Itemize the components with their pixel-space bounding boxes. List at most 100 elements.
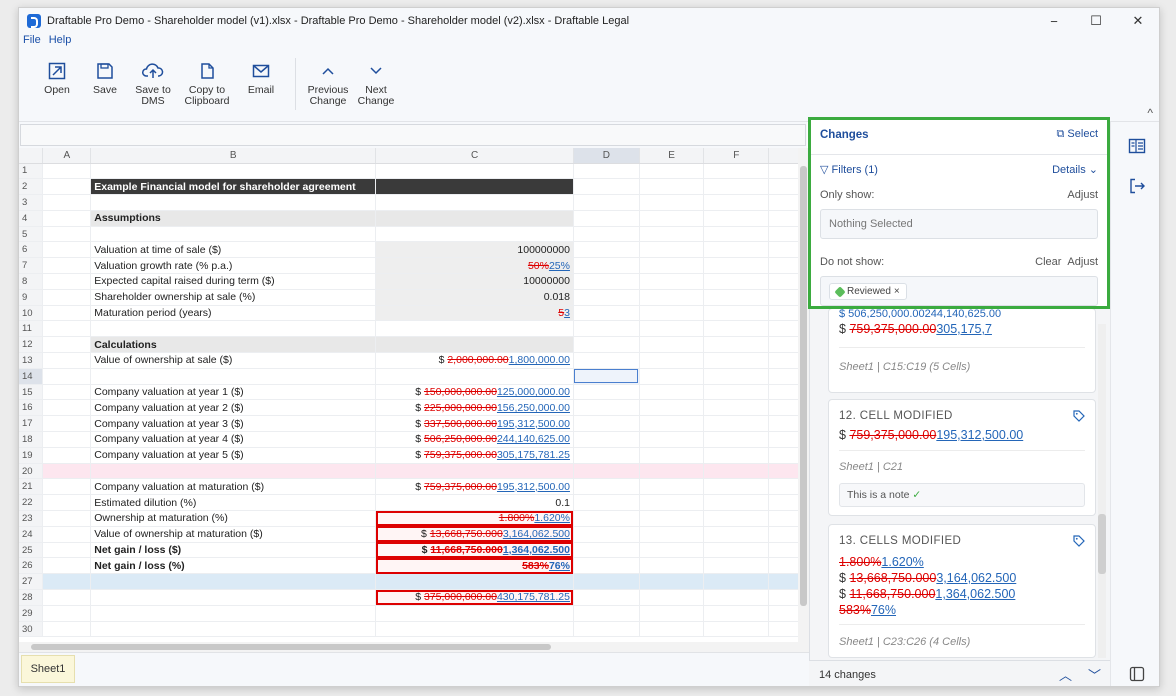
corner-cell[interactable] — [19, 148, 44, 164]
row-number[interactable]: 14 — [19, 368, 44, 385]
row-number[interactable]: 19 — [19, 447, 44, 464]
row-number[interactable]: 11 — [19, 320, 44, 338]
row-number[interactable]: 1 — [19, 163, 44, 180]
chevron-down-icon[interactable]: ﹀ — [1088, 665, 1101, 684]
row-number[interactable]: 6 — [19, 241, 44, 259]
cell-b15[interactable]: Company valuation at year 1 ($) — [90, 384, 377, 401]
row-number[interactable]: 7 — [19, 257, 44, 275]
row-number[interactable]: 20 — [19, 463, 44, 480]
row-number[interactable]: 17 — [19, 415, 44, 433]
row-number[interactable]: 12 — [19, 336, 44, 354]
row-number[interactable]: 27 — [19, 573, 44, 591]
row-number[interactable]: 30 — [19, 621, 44, 638]
cell-b10[interactable]: Maturation period (years) — [90, 305, 377, 322]
cell-c7[interactable]: 50%25% — [375, 257, 574, 275]
row-number[interactable]: 8 — [19, 273, 44, 290]
column-header-c[interactable]: C — [375, 148, 574, 164]
reviewed-chip[interactable]: Reviewed × — [829, 283, 907, 300]
row-number[interactable]: 18 — [19, 431, 44, 448]
row-number[interactable]: 10 — [19, 305, 44, 322]
do-not-show-field[interactable]: Reviewed × — [820, 276, 1098, 306]
row-number[interactable]: 24 — [19, 526, 44, 543]
change-card-11[interactable]: $ 506,250,000.00244,140,625.00 $ 759,375… — [828, 308, 1096, 393]
formula-input[interactable] — [20, 124, 806, 146]
adjust-do-not-show-button[interactable]: Adjust — [1067, 256, 1098, 268]
cell-b26[interactable]: Net gain / loss (%) — [90, 557, 377, 575]
changes-panel-icon[interactable] — [1127, 136, 1147, 156]
clear-button[interactable]: Clear — [1035, 256, 1061, 268]
column-header-d[interactable]: D — [573, 148, 640, 164]
row-number[interactable]: 15 — [19, 384, 44, 401]
cell-b18[interactable]: Company valuation at year 4 ($) — [90, 431, 377, 448]
exit-icon[interactable] — [1127, 176, 1147, 196]
cell-c18[interactable]: $ 506,250,000.00244,140,625.00 — [375, 431, 574, 448]
cell-b4[interactable]: Assumptions — [90, 210, 377, 227]
column-header-b[interactable]: B — [90, 148, 377, 164]
cell-c23[interactable]: 1.800%1.620% — [375, 510, 574, 527]
copy-to-clipboard-button[interactable]: Copy to Clipboard — [179, 50, 235, 107]
cell-c9[interactable]: 0.018 — [375, 289, 574, 306]
scrollbar-thumb[interactable] — [1098, 514, 1106, 574]
row-number[interactable]: 28 — [19, 589, 44, 606]
change-card-13[interactable]: 13. CELLS MODIFIED 1.800%1.620% $ 13,668… — [828, 524, 1096, 658]
cell-b17[interactable]: Company valuation at year 3 ($) — [90, 415, 377, 433]
cell-c24[interactable]: $ 13,668,750.0003,164,062.500 — [375, 526, 574, 543]
remove-chip-icon[interactable]: × — [894, 286, 900, 297]
row-number[interactable]: 22 — [19, 494, 44, 512]
change-card-12[interactable]: 12. CELL MODIFIED $ 759,375,000.00195,31… — [828, 399, 1096, 516]
adjust-only-show-button[interactable]: Adjust — [1067, 189, 1098, 201]
cell-b8[interactable]: Expected capital raised during term ($) — [90, 273, 377, 290]
row-number[interactable]: 9 — [19, 289, 44, 306]
panel-scrollbar[interactable] — [1098, 324, 1106, 658]
menu-file[interactable]: File — [23, 34, 41, 50]
row-number[interactable]: 26 — [19, 557, 44, 575]
open-button[interactable]: Open — [35, 50, 79, 96]
collapse-ribbon-button[interactable]: ^ — [1147, 106, 1153, 120]
cell-b13[interactable]: Value of ownership at sale ($) — [90, 352, 377, 369]
cell-b6[interactable]: Valuation at time of sale ($) — [90, 241, 377, 259]
row-number[interactable]: 16 — [19, 399, 44, 417]
row-number[interactable]: 23 — [19, 510, 44, 527]
cell-b19[interactable]: Company valuation at year 5 ($) — [90, 447, 377, 464]
column-header-e[interactable]: E — [639, 148, 705, 164]
cell-c15[interactable]: $ 150,000,000.00125,000,000.00 — [375, 384, 574, 401]
row-number[interactable]: 21 — [19, 478, 44, 496]
cell-b23[interactable]: Ownership at maturation (%) — [90, 510, 377, 527]
cell-b7[interactable]: Valuation growth rate (% p.a.) — [90, 257, 377, 275]
spreadsheet-grid[interactable]: A B C D E F 1 2 Example Financial model f… — [19, 148, 809, 649]
row-number[interactable]: 2 — [19, 178, 44, 196]
menu-help[interactable]: Help — [49, 34, 72, 50]
cell-c22[interactable]: 0.1 — [375, 494, 574, 512]
next-change-button[interactable]: Next Change — [354, 50, 398, 107]
row-number[interactable]: 3 — [19, 194, 44, 211]
cell-b22[interactable]: Estimated dilution (%) — [90, 494, 377, 512]
select-button[interactable]: ⧉ Select — [1057, 128, 1099, 141]
row-number[interactable]: 25 — [19, 542, 44, 559]
cell-c26[interactable]: 583%76% — [375, 557, 574, 575]
minimize-button[interactable]: − — [1033, 8, 1075, 34]
cell-c28[interactable]: $ 375,000,000.00430,175,781.25 — [375, 589, 574, 606]
row-number[interactable]: 5 — [19, 226, 44, 243]
row-number[interactable]: 29 — [19, 605, 44, 622]
cell-b2[interactable]: Example Financial model for shareholder … — [90, 178, 377, 196]
cell-b24[interactable]: Value of ownership at maturation ($) — [90, 526, 377, 543]
maximize-button[interactable]: ☐ — [1075, 8, 1117, 34]
save-to-dms-button[interactable]: Save to DMS — [131, 50, 175, 107]
horizontal-scrollbar[interactable] — [19, 642, 809, 652]
cell-c21[interactable]: $ 759,375,000.00195,312,500.00 — [375, 478, 574, 496]
cell-b12[interactable]: Calculations — [90, 336, 377, 354]
filters-toggle[interactable]: ▽ Filters (1) — [820, 163, 878, 176]
cell-c10[interactable]: 53 — [375, 305, 574, 322]
tag-icon[interactable] — [1073, 535, 1085, 550]
cell-b21[interactable]: Company valuation at maturation ($) — [90, 478, 377, 496]
cell-c25[interactable]: $ 11,668,750.0001,364,062.500 — [375, 542, 574, 559]
close-button[interactable]: ✕ — [1117, 8, 1159, 34]
cell-c19[interactable]: $ 759,375,000.00305,175,781.25 — [375, 447, 574, 464]
cell-c6[interactable]: 100000000 — [375, 241, 574, 259]
cell-c8[interactable]: 10000000 — [375, 273, 574, 290]
cell-c16[interactable]: $ 225,000,000.00156,250,000.00 — [375, 399, 574, 417]
details-dropdown[interactable]: Details ⌄ — [1052, 163, 1098, 176]
only-show-field[interactable]: Nothing Selected — [820, 209, 1098, 239]
cell-b16[interactable]: Company valuation at year 2 ($) — [90, 399, 377, 417]
save-button[interactable]: Save — [83, 50, 127, 96]
